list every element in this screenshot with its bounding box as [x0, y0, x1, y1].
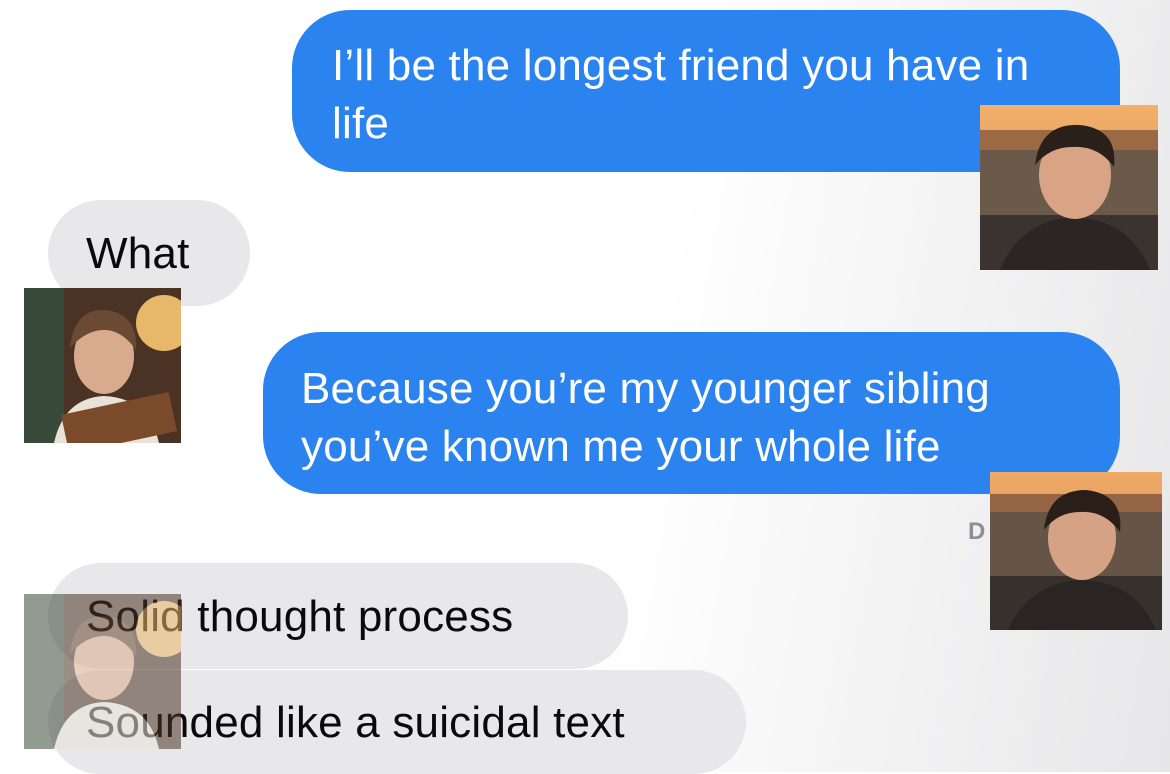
sender-avatar-photo — [990, 472, 1162, 630]
delivery-status: D — [968, 518, 986, 545]
message-text: Because you’re my younger sibling you’ve… — [301, 364, 990, 471]
message-text: What — [86, 229, 190, 278]
receiver-avatar-photo — [24, 288, 181, 443]
message-text: I’ll be the longest friend you have in l… — [332, 41, 1030, 148]
receiver-avatar-photo — [24, 594, 181, 749]
message-bubble-sent[interactable]: Because you’re my younger sibling you’ve… — [263, 332, 1120, 494]
sender-avatar-photo — [980, 105, 1158, 270]
